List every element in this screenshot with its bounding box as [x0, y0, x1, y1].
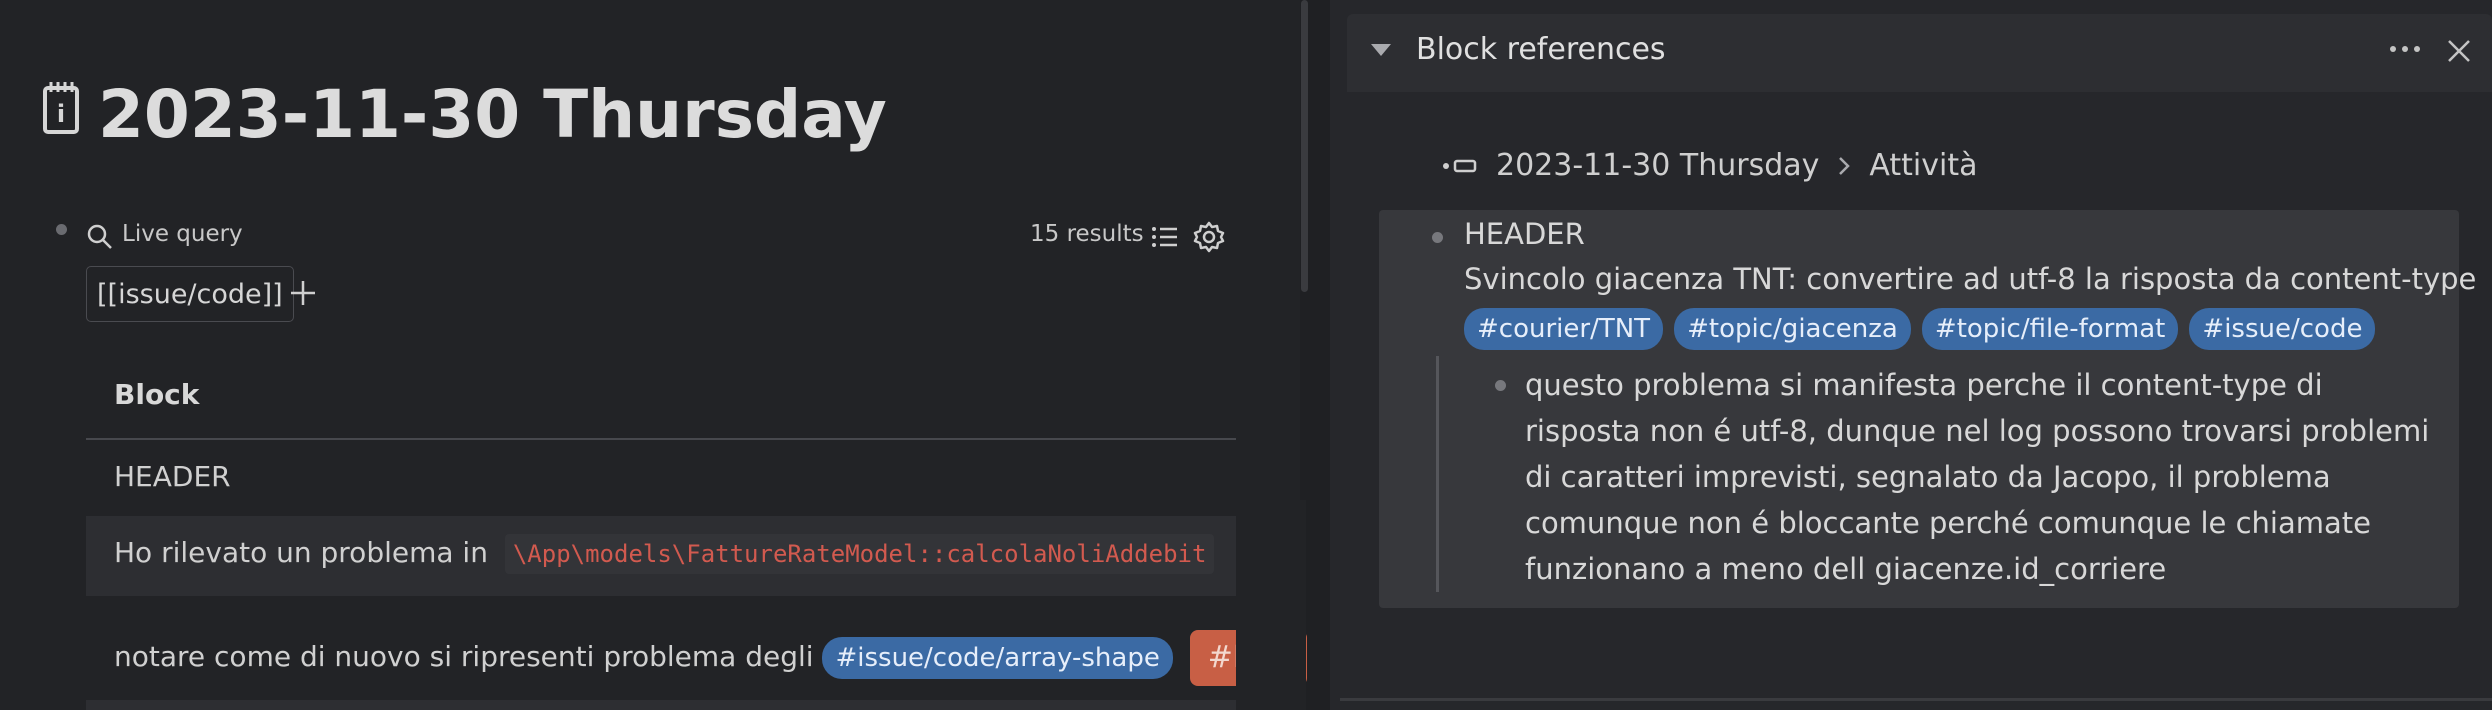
- close-icon[interactable]: [2446, 38, 2472, 64]
- tag-issue-code-array-shape[interactable]: #issue/code/array-shape: [822, 637, 1173, 679]
- caret-down-icon[interactable]: [1370, 42, 1392, 58]
- block-bullet[interactable]: [56, 224, 67, 235]
- live-query-label: Live query: [122, 221, 243, 247]
- journal-icon: i: [43, 82, 79, 134]
- gear-icon[interactable]: [1192, 220, 1226, 254]
- tag-courier-tnt[interactable]: #courier/TNT: [1464, 308, 1664, 350]
- breadcrumb: 2023-11-30 Thursday Attività: [1442, 148, 1977, 183]
- search-icon: [87, 224, 112, 249]
- query-filter-chip[interactable]: [[issue/code]]: [86, 266, 294, 322]
- panel-bottom-border: [1340, 698, 2492, 701]
- page-title[interactable]: 2023-11-30 Thursday: [98, 72, 887, 158]
- results-count: 15 results: [1030, 221, 1144, 247]
- more-icon[interactable]: [2388, 42, 2422, 56]
- block-bullet[interactable]: [1432, 232, 1443, 243]
- breadcrumb-page[interactable]: 2023-11-30 Thursday: [1496, 148, 1819, 183]
- column-header-block[interactable]: Block: [114, 378, 199, 411]
- scrollbar-thumb[interactable]: [1301, 0, 1308, 292]
- child-thread-line[interactable]: [1436, 356, 1439, 592]
- tag-topic-file-format[interactable]: #topic/file-format: [1921, 308, 2179, 350]
- table-row[interactable]: [86, 700, 1236, 710]
- table-row[interactable]: Ho rilevato un problema in \App\models\F…: [114, 534, 1215, 574]
- table-row[interactable]: notare come di nuovo si ripresenti probl…: [114, 630, 1308, 686]
- chevron-right-icon: [1839, 156, 1851, 175]
- table-row[interactable]: HEADER: [114, 460, 231, 493]
- block-link-icon: [1443, 159, 1477, 172]
- panel-title: Block references: [1416, 32, 1666, 67]
- tag-issue-code[interactable]: #issue/code: [2189, 308, 2376, 350]
- ref-block-text[interactable]: Svincolo giacenza TNT: convertire ad utf…: [1464, 262, 2476, 296]
- row-text: notare come di nuovo si ripresenti probl…: [114, 640, 814, 673]
- tag-topic-giacenza[interactable]: #topic/giacenza: [1674, 308, 1911, 350]
- block-bullet[interactable]: [1495, 380, 1506, 391]
- list-view-icon[interactable]: [1150, 222, 1180, 252]
- add-filter-icon[interactable]: [286, 276, 320, 310]
- svg-text:i: i: [57, 100, 65, 128]
- inline-code: \App\models\FattureRateModel::calcolaNol…: [504, 534, 1215, 574]
- child-block-text[interactable]: questo problema si manifesta perche il c…: [1525, 362, 2445, 592]
- row-text: Ho rilevato un problema in: [114, 536, 488, 569]
- table-header-divider: [86, 438, 1236, 440]
- table-overflow-clip: [1236, 500, 1306, 710]
- ref-tags: #courier/TNT #topic/giacenza #topic/file…: [1464, 308, 2381, 350]
- breadcrumb-block[interactable]: Attività: [1869, 148, 1977, 183]
- ref-block-header[interactable]: HEADER: [1464, 217, 1585, 251]
